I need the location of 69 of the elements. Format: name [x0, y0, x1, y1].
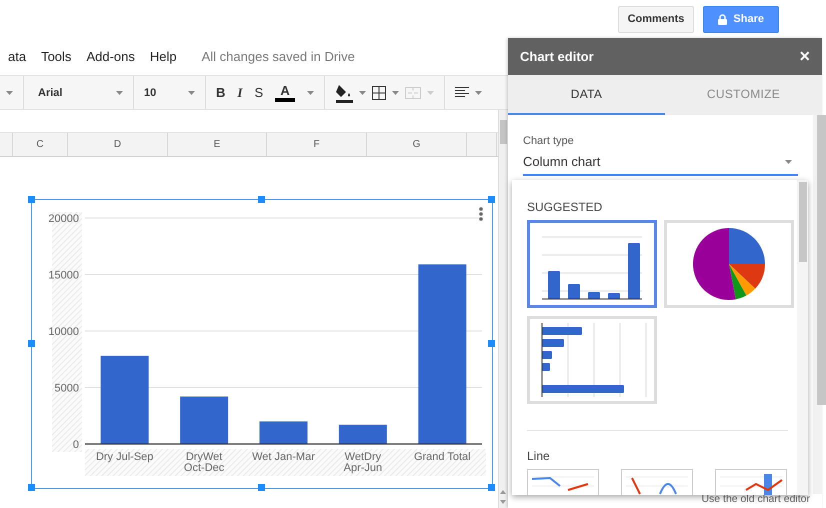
- caret-icon[interactable]: [359, 90, 366, 94]
- resize-handle[interactable]: [488, 196, 495, 203]
- menu-item[interactable]: Add-ons: [86, 49, 135, 64]
- resize-handle[interactable]: [488, 484, 495, 491]
- resize-handle[interactable]: [258, 196, 265, 203]
- resize-handle[interactable]: [488, 340, 495, 347]
- axis-category-label: Wet Jan-Mar: [252, 451, 315, 463]
- axis-tick-label: 10000: [48, 326, 79, 338]
- column-header[interactable]: G: [367, 133, 467, 156]
- bold-button[interactable]: B: [210, 86, 232, 100]
- axis-category-label: WetDry Apr-Jun: [344, 451, 382, 474]
- vertical-scrollbar[interactable]: [498, 110, 508, 508]
- section-heading: Line: [527, 449, 551, 463]
- panel-title: Chart editor: [520, 49, 594, 64]
- axis-category-label: Grand Total: [414, 451, 471, 463]
- axis-category-label: DryWet Oct-Dec: [184, 451, 224, 474]
- resize-handle[interactable]: [28, 340, 35, 347]
- menu-scrollbar[interactable]: [797, 180, 808, 495]
- comments-button[interactable]: Comments: [618, 6, 694, 32]
- line-chart-option[interactable]: [621, 469, 693, 495]
- axis-category-label: Dry Jul-Sep: [96, 451, 154, 463]
- scroll-up-icon[interactable]: [500, 490, 506, 494]
- column-header[interactable]: F: [267, 133, 367, 156]
- italic-button[interactable]: I: [231, 86, 248, 100]
- old-editor-link[interactable]: Use the old chart editor: [508, 494, 822, 508]
- merge-cells-icon: [405, 86, 422, 98]
- caret-icon[interactable]: [475, 90, 482, 94]
- field-label: Chart type: [523, 135, 575, 147]
- column-header[interactable]: E: [168, 133, 267, 156]
- scrollbar-thumb[interactable]: [500, 120, 507, 144]
- line-chart-option[interactable]: [527, 469, 599, 495]
- borders-icon[interactable]: [372, 86, 386, 100]
- font-size-selector[interactable]: 10: [138, 86, 182, 98]
- axis-tick-label: 20000: [48, 213, 79, 225]
- chart-type-dropdown[interactable]: Column chart: [523, 149, 798, 176]
- strikethrough-button[interactable]: S: [248, 86, 270, 100]
- chart-bar: [260, 421, 308, 444]
- section-heading: SUGGESTED: [527, 200, 604, 214]
- column-header[interactable]: D: [68, 133, 168, 156]
- scroll-down-icon[interactable]: [500, 500, 506, 504]
- caret-icon[interactable]: [6, 90, 13, 94]
- caret-icon[interactable]: [785, 160, 792, 164]
- scrollbar-thumb[interactable]: [799, 182, 807, 262]
- resize-handle[interactable]: [258, 484, 265, 491]
- paint-bucket-icon[interactable]: [335, 82, 354, 102]
- more-options-icon[interactable]: [479, 207, 483, 221]
- chart-bar: [338, 424, 387, 444]
- axis-tick-label: 5000: [54, 382, 79, 394]
- caret-icon[interactable]: [392, 90, 400, 94]
- text-color-button[interactable]: A: [269, 84, 302, 102]
- resize-handle[interactable]: [28, 484, 35, 491]
- font-selector[interactable]: Arial: [28, 86, 110, 98]
- caret-icon[interactable]: [307, 90, 314, 94]
- caret-icon[interactable]: [188, 90, 195, 94]
- axis-tick-label: 0: [72, 439, 79, 451]
- axis-tick-label: 15000: [48, 270, 79, 282]
- save-status: All changes saved in Drive: [202, 49, 355, 64]
- chart-bar: [180, 396, 228, 444]
- lock-icon: [718, 14, 728, 24]
- close-button[interactable]: ×: [799, 46, 810, 67]
- menu-item[interactable]: Tools: [41, 49, 72, 64]
- caret-icon[interactable]: [116, 90, 123, 94]
- line-chart-option[interactable]: [715, 469, 787, 495]
- align-left-icon[interactable]: [455, 87, 470, 98]
- scrollbar-thumb[interactable]: [817, 115, 826, 405]
- menu-item[interactable]: Help: [150, 49, 177, 64]
- menu-item[interactable]: ata: [8, 49, 26, 64]
- column-header[interactable]: C: [13, 133, 68, 156]
- resize-handle[interactable]: [28, 196, 35, 203]
